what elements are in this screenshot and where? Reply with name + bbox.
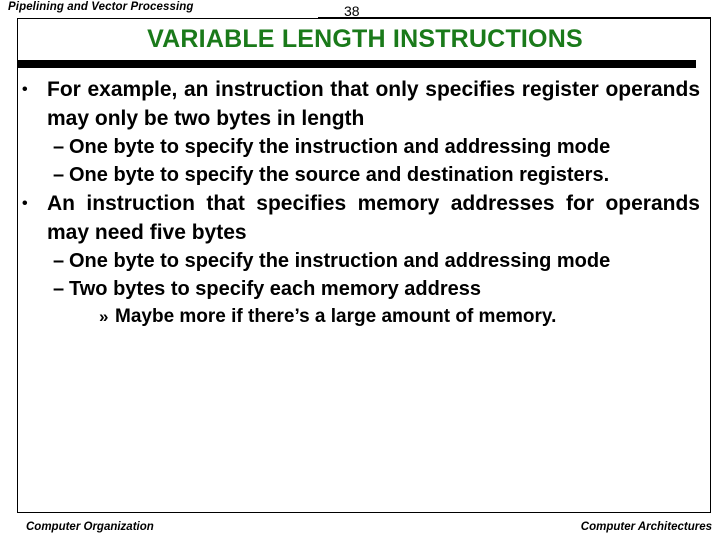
bullet-marker-dash: – [53, 164, 65, 186]
bullet-marker-dot: • [22, 195, 28, 212]
footer-right-label: Computer Architectures [580, 521, 712, 533]
bullet-marker-dash: – [53, 278, 65, 300]
bullet-item: • For example, an instruction that only … [18, 75, 712, 133]
slide-content-frame: VARIABLE LENGTH INSTRUCTIONS • For examp… [17, 18, 711, 513]
bullet-item: – One byte to specify the instruction an… [18, 247, 712, 275]
title-divider-bar [18, 60, 696, 68]
bullet-marker-dot: • [22, 81, 28, 98]
bullet-item: » Maybe more if there’s a large amount o… [18, 303, 712, 330]
slide-header: Pipelining and Vector Processing 38 [0, 0, 720, 20]
bullet-text: An instruction that specifies memory add… [47, 192, 700, 244]
bullet-marker-guillemet: » [99, 307, 109, 326]
bullet-text: One byte to specify the instruction and … [69, 136, 611, 158]
page-number: 38 [344, 3, 360, 19]
bullet-text: One byte to specify the source and desti… [69, 164, 610, 186]
slide-title: VARIABLE LENGTH INSTRUCTIONS [147, 25, 583, 53]
bullet-item: – One byte to specify the source and des… [18, 161, 712, 189]
bullet-text: Maybe more if there’s a large amount of … [115, 306, 557, 327]
bullet-marker-dash: – [53, 136, 65, 158]
header-course-title: Pipelining and Vector Processing [8, 1, 194, 13]
bullet-item: • An instruction that specifies memory a… [18, 189, 712, 247]
bullet-text: One byte to specify the instruction and … [69, 250, 611, 272]
bullet-item: – Two bytes to specify each memory addre… [18, 275, 712, 303]
bullet-text: Two bytes to specify each memory address [69, 278, 482, 300]
slide-bullet-list: • For example, an instruction that only … [18, 75, 712, 330]
bullet-text: For example, an instruction that only sp… [47, 78, 700, 130]
bullet-item: – One byte to specify the instruction an… [18, 133, 712, 161]
bullet-marker-dash: – [53, 250, 65, 272]
footer-left-label: Computer Organization [26, 521, 154, 533]
slide-footer: Computer Organization Computer Architect… [0, 521, 720, 540]
